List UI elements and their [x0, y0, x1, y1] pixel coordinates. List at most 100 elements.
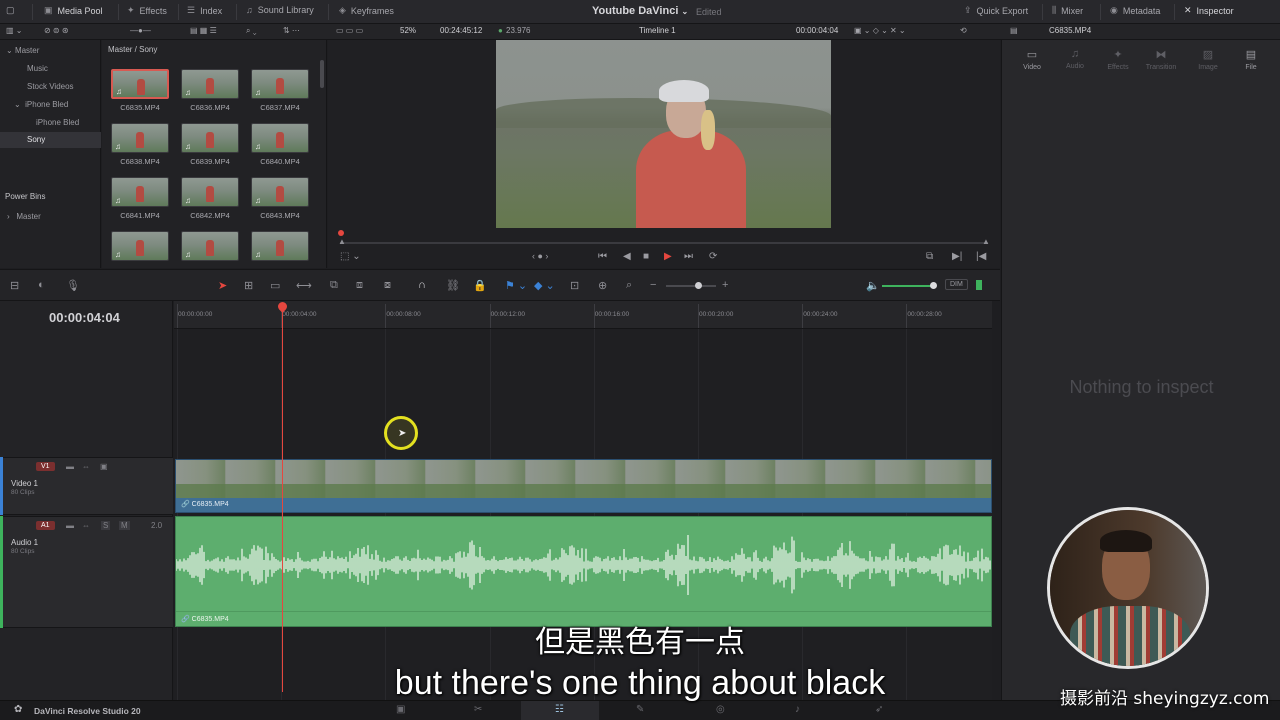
page-fairlight-icon[interactable]: ♪	[795, 704, 800, 715]
media-clip[interactable]: ♫	[251, 231, 309, 261]
inspector-tab-file[interactable]: ▤ File	[1231, 48, 1271, 71]
mixer-tab[interactable]: ⫼ Mixer	[1052, 5, 1083, 16]
audio-clip[interactable]: 🔗 C6835.MP4	[175, 516, 992, 627]
zoom-detail-icon[interactable]: ⊕	[598, 279, 607, 292]
sync-icon[interactable]: ⟲	[960, 26, 967, 35]
video-preview[interactable]	[496, 40, 831, 228]
audio-track-badge[interactable]: A1	[36, 521, 55, 530]
bin-iphone-bled-sub[interactable]: iPhone Bled	[36, 118, 79, 127]
media-pool-tab[interactable]: ▣ Media Pool	[44, 5, 103, 16]
flag-icon[interactable]: ⚑ ⌄	[505, 279, 527, 292]
thumb-size-slider[interactable]: —●—	[130, 26, 151, 35]
selection-tool-icon[interactable]: ➤	[218, 279, 227, 292]
inspector-tab[interactable]: ✕ Inspector	[1184, 5, 1234, 16]
volume-icon[interactable]: 🔈	[866, 279, 880, 292]
dynamic-trim-icon[interactable]: ⟷	[296, 279, 312, 292]
bin-iphone-bled[interactable]: ⌄ iPhone Bled	[14, 100, 68, 109]
volume-slider[interactable]	[882, 285, 934, 287]
voiceover-icon[interactable]: 🎙	[66, 279, 80, 292]
media-clip[interactable]: ♫	[111, 177, 169, 207]
media-clip[interactable]: ♫	[111, 231, 169, 261]
page-color-icon[interactable]: ◎	[716, 704, 725, 715]
timeline-view-icon[interactable]: ⊟	[10, 279, 19, 292]
prev-edit-icon[interactable]: |◀	[976, 251, 986, 262]
jog-control[interactable]: ‹ ● ›	[532, 251, 548, 261]
sort-icon[interactable]: ⇅ ⋯	[283, 26, 300, 35]
page-media-icon[interactable]: ▣	[396, 704, 405, 715]
dim-button[interactable]: DIM	[945, 279, 968, 290]
audio-track-header[interactable]: A1 ▬ ⇔ S M 2.0 Audio 1 80 Clips	[0, 516, 173, 628]
page-cut-icon[interactable]: ✂	[474, 704, 482, 715]
volume-slider-knob[interactable]	[930, 282, 937, 289]
audio-auto-select-icon[interactable]: ⇔	[82, 521, 90, 530]
insert-clip-icon[interactable]: ⧉	[330, 279, 338, 292]
play-icon[interactable]: ▶	[664, 251, 672, 262]
media-clip[interactable]: ♫	[111, 123, 169, 153]
effects-tab[interactable]: ✦ Effects	[127, 5, 167, 16]
transform-icon[interactable]: ⬚ ⌄	[340, 251, 361, 262]
overwrite-clip-icon[interactable]: ⧈	[356, 279, 363, 292]
inspector-tab-audio[interactable]: ♫ Audio	[1055, 48, 1095, 70]
timeline-name[interactable]: Timeline 1	[639, 26, 676, 35]
page-fusion-icon[interactable]: ✎	[636, 704, 644, 715]
zoom-full-icon[interactable]: ⊡	[570, 279, 579, 292]
video-clip[interactable]: 🔗 C6835.MP4	[175, 459, 992, 513]
bin-tools-icon[interactable]: ⊘ ⊜ ⊛	[44, 26, 69, 35]
inspector-tab-transition[interactable]: ⧓ Transition	[1141, 48, 1181, 71]
loop-icon[interactable]: ⟳	[709, 251, 717, 262]
media-clip[interactable]: ♫	[251, 69, 309, 99]
pool-scrollbar[interactable]	[320, 60, 324, 88]
sound-library-tab[interactable]: ♫ Sound Library	[246, 5, 314, 15]
audio-lock-icon[interactable]: ▬	[66, 521, 74, 530]
linked-selection-icon[interactable]: ⛓	[446, 279, 460, 292]
viewer-options-icon[interactable]: ▣ ⌄ ◇ ⌄ ✕ ⌄	[854, 26, 906, 35]
track-visibility-icon[interactable]: ▣	[100, 462, 108, 471]
replace-clip-icon[interactable]: ⧇	[384, 279, 391, 292]
solo-button[interactable]: S	[101, 521, 111, 530]
match-frame-icon[interactable]: ⧉	[926, 251, 933, 262]
play-reverse-icon[interactable]: ◀	[623, 251, 631, 262]
project-title[interactable]: Youtube DaVinci ⌄	[592, 5, 688, 17]
view-mode-icon[interactable]: ▤ ▦ ☰	[190, 26, 217, 35]
layout-icon[interactable]: ▢	[6, 5, 15, 16]
snapping-icon[interactable]: ∩	[418, 279, 426, 291]
bin-stock-videos[interactable]: Stock Videos	[27, 82, 74, 91]
zoom-level[interactable]: 52%	[400, 26, 416, 35]
media-clip[interactable]: ♫	[111, 69, 169, 99]
stop-icon[interactable]: ■	[643, 251, 649, 262]
keyframes-tab[interactable]: ◈ Keyframes	[339, 5, 394, 16]
page-deliver-icon[interactable]: ➶	[875, 704, 883, 715]
quick-export-button[interactable]: ⇪ Quick Export	[964, 5, 1028, 16]
timeline-ruler[interactable]: 00:00:00:00 00:00:04:00 00:00:08:00 00:00:1…	[174, 301, 992, 329]
marker-icon[interactable]: ◆ ⌄	[534, 279, 555, 292]
mute-button[interactable]: M	[119, 521, 130, 530]
bin-music[interactable]: Music	[27, 64, 48, 73]
video-track-header[interactable]: V1 ▬ ⇔ ▣ Video 1 80 Clips	[0, 457, 173, 515]
track-lock-icon[interactable]: ▬	[66, 462, 74, 471]
inspector-tab-video[interactable]: ▭ Video	[1012, 48, 1052, 71]
viewer-playhead[interactable]	[338, 230, 344, 236]
zoom-out-icon[interactable]: −	[650, 279, 656, 291]
blade-tool-icon[interactable]: ▭	[270, 279, 280, 292]
trim-tool-icon[interactable]: ⊞	[244, 279, 253, 292]
zoom-in-icon[interactable]: +	[722, 279, 728, 291]
media-clip[interactable]: ♫	[251, 177, 309, 207]
media-clip[interactable]: ♫	[181, 123, 239, 153]
zoom-custom-icon[interactable]: ⌕	[626, 279, 632, 292]
next-edit-icon[interactable]: ▶|	[952, 251, 962, 262]
viewer-scrubber[interactable]	[340, 242, 988, 244]
search-icon[interactable]: ⌕ ⌄	[246, 26, 256, 36]
metadata-tab[interactable]: ◉ Metadata	[1110, 5, 1160, 16]
lock-icon[interactable]: 🔒	[473, 279, 487, 292]
audio-meters-icon[interactable]: ◐	[38, 279, 45, 291]
index-tab[interactable]: ☰ Index	[187, 5, 222, 16]
auto-select-icon[interactable]: ⇔	[82, 462, 90, 471]
panel-toggle-icon[interactable]: ▥ ⌄	[6, 26, 22, 35]
page-edit-icon[interactable]: ☷	[555, 704, 564, 715]
inspector-tab-image[interactable]: ▨ Image	[1188, 48, 1228, 71]
power-bin-master[interactable]: › Master	[7, 212, 41, 221]
go-to-end-icon[interactable]: ⏭	[684, 251, 693, 262]
viewer-layout-icon[interactable]: ▭ ▭ ▭	[336, 26, 363, 35]
media-clip[interactable]: ♫	[181, 177, 239, 207]
media-clip[interactable]: ♫	[181, 69, 239, 99]
